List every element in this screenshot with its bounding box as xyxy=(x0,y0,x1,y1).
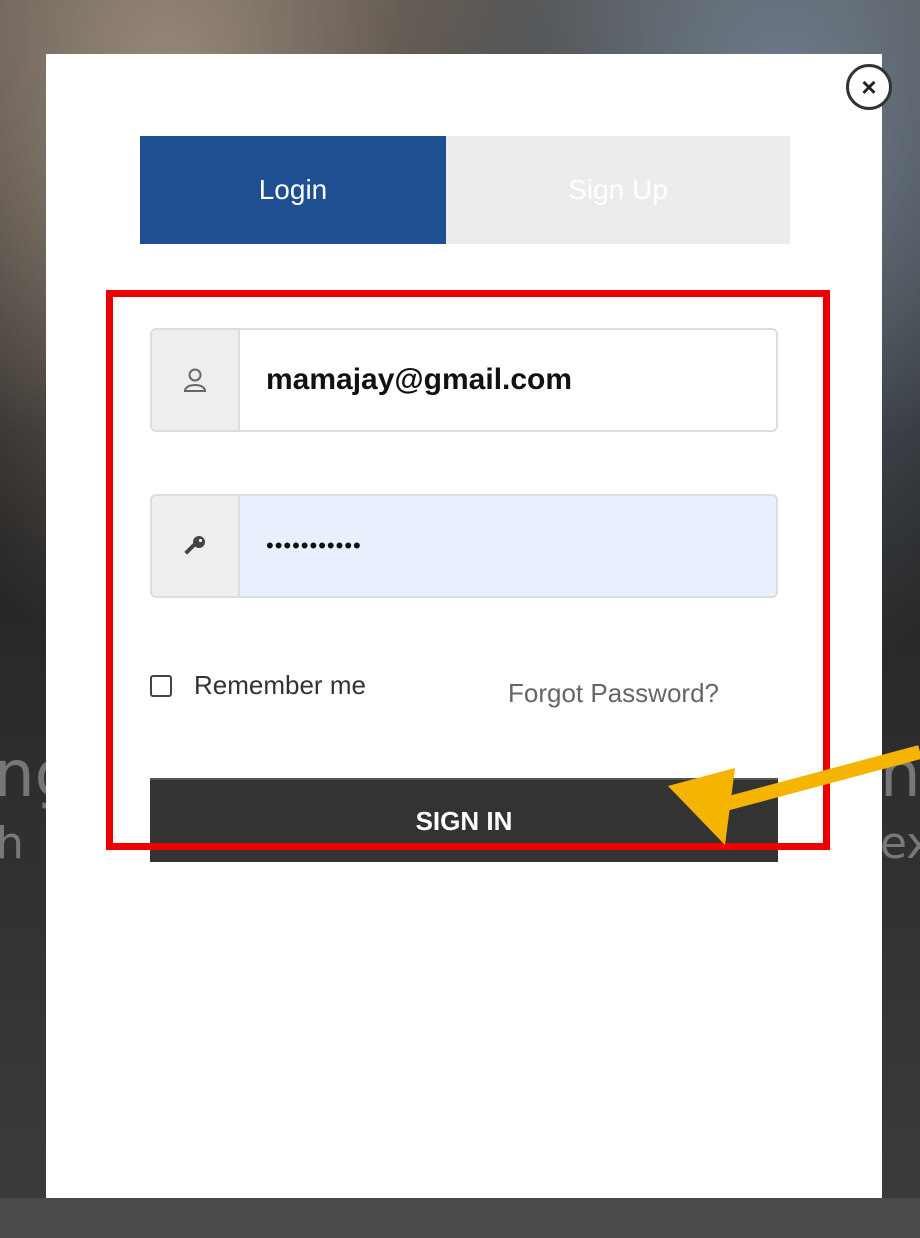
pointer-arrow xyxy=(668,745,920,845)
